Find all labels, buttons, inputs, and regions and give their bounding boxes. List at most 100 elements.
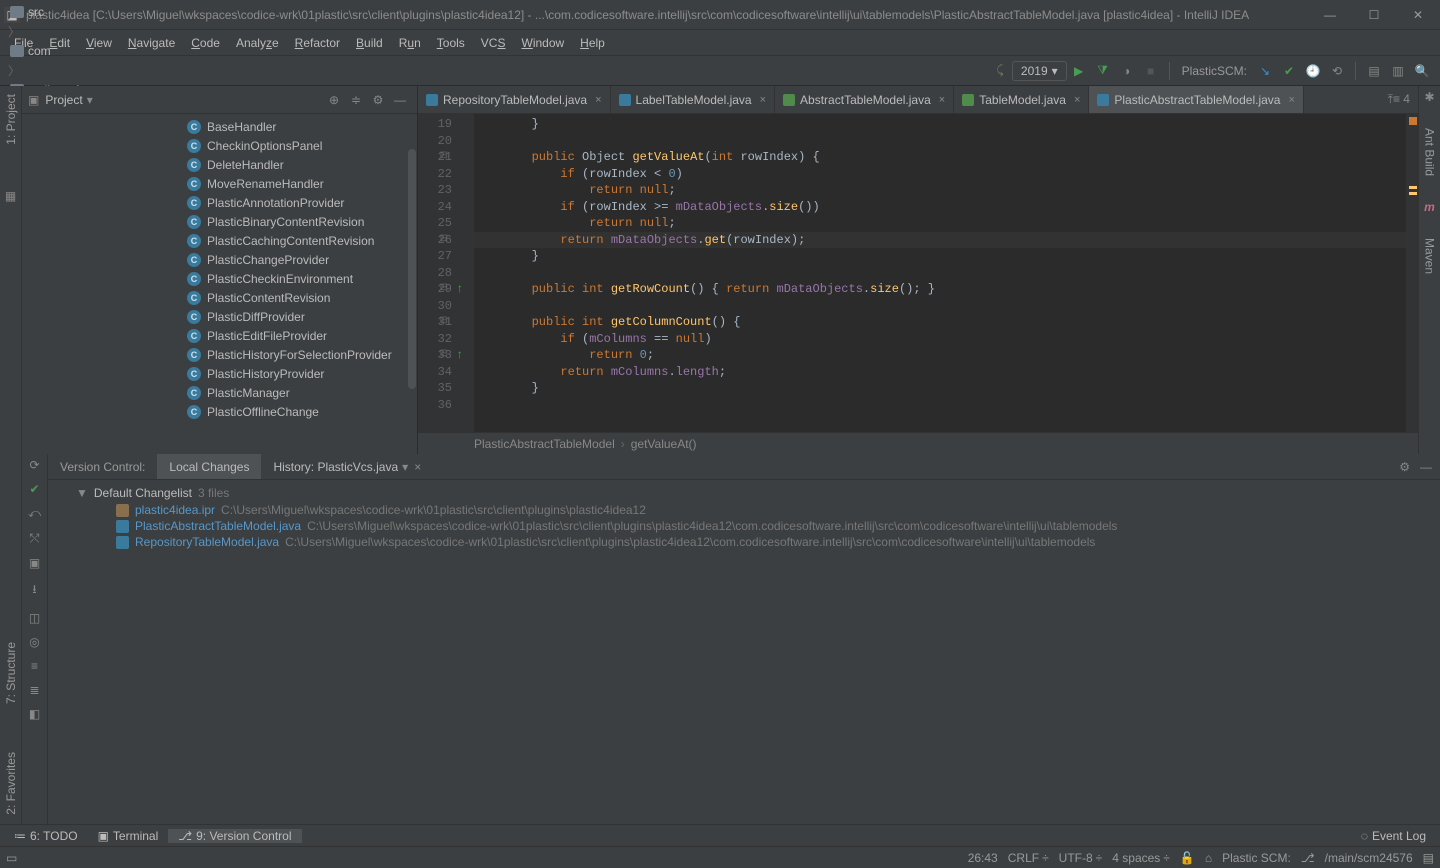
menu-help[interactable]: Help — [572, 36, 613, 50]
menu-run[interactable]: Run — [391, 36, 429, 50]
tree-item[interactable]: CBaseHandler — [22, 117, 417, 136]
menu-window[interactable]: Window — [513, 36, 572, 50]
menu-analyze[interactable]: Analyze — [228, 36, 287, 50]
debug-button[interactable]: ⧩ — [1091, 59, 1115, 83]
tool-tab-maven[interactable]: Maven — [1423, 234, 1437, 278]
changed-file-row[interactable]: RepositoryTableModel.javaC:\Users\Miguel… — [48, 534, 1440, 550]
tool-tab-todo[interactable]: ≔ 6: TODO — [4, 829, 88, 843]
status-scm-icon[interactable]: ⌂ — [1205, 851, 1212, 865]
ide-settings-icon[interactable]: ▤ — [1362, 59, 1386, 83]
editor-tab[interactable]: TableModel.java× — [954, 86, 1089, 113]
build-icon[interactable]: ⤹ — [988, 59, 1012, 83]
file-icon[interactable]: ▦ — [5, 189, 16, 203]
tree-item[interactable]: CPlasticCheckinEnvironment — [22, 269, 417, 288]
preview-icon[interactable]: ◧ — [29, 707, 40, 721]
override-icon[interactable]: ↑ — [456, 281, 463, 298]
close-tab-icon[interactable]: × — [1074, 94, 1080, 106]
tree-item[interactable]: CPlasticHistoryForSelectionProvider — [22, 345, 417, 364]
status-messages-icon[interactable]: ▭ — [6, 851, 17, 865]
tree-item[interactable]: CDeleteHandler — [22, 155, 417, 174]
changelist-icon[interactable]: ▣ — [29, 556, 40, 570]
expand-arrow-icon[interactable]: ▼ — [76, 486, 88, 500]
menu-build[interactable]: Build — [348, 36, 391, 50]
override-icon[interactable]: ↑ — [456, 347, 463, 364]
editor-gutter[interactable]: 192021⊟2223242526⊟272829⊟↑3031⊟3233⊟↑343… — [418, 114, 474, 432]
expand-icon[interactable]: ≡ — [31, 659, 38, 673]
tree-item[interactable]: CCheckinOptionsPanel — [22, 136, 417, 155]
rollback-icon[interactable]: ⤺ — [28, 506, 41, 521]
breadcrumb-item[interactable]: com — [6, 40, 171, 62]
shelve-icon[interactable]: ⭳ — [32, 580, 36, 601]
changed-file-row[interactable]: PlasticAbstractTableModel.javaC:\Users\M… — [48, 518, 1440, 534]
stop-button[interactable]: ■ — [1139, 59, 1163, 83]
status-caret-position[interactable]: 26:43 — [968, 851, 998, 865]
breadcrumb-item[interactable]: src — [6, 1, 171, 23]
collapse-icon[interactable]: ≑ — [345, 93, 367, 107]
hide-panel-icon[interactable]: — — [389, 93, 411, 107]
tree-item[interactable]: CPlasticAnnotationProvider — [22, 193, 417, 212]
ant-icon[interactable]: ✱ — [1424, 90, 1434, 104]
close-button[interactable]: ✕ — [1408, 8, 1428, 22]
update-icon[interactable]: ↘ — [1253, 59, 1277, 83]
close-tab-icon[interactable]: × — [760, 94, 766, 106]
tree-item[interactable]: CPlasticOfflineChange — [22, 402, 417, 421]
breadcrumb-class[interactable]: PlasticAbstractTableModel — [474, 437, 615, 451]
search-everywhere-icon[interactable]: 🔍 — [1410, 59, 1434, 83]
editor-marker-strip[interactable] — [1406, 114, 1418, 432]
menu-code[interactable]: Code — [183, 36, 228, 50]
commit-icon[interactable]: ✔ — [1277, 59, 1301, 83]
tool-tab-structure[interactable]: 7: Structure — [4, 638, 18, 708]
tree-item[interactable]: CPlasticDiffProvider — [22, 307, 417, 326]
changed-file-row[interactable]: plastic4idea.iprC:\Users\Miguel\wkspaces… — [48, 502, 1440, 518]
show-icon[interactable]: ◎ — [29, 635, 39, 649]
status-branch-icon[interactable]: ⎇ — [1301, 851, 1315, 865]
tree-item[interactable]: CPlasticHistoryProvider — [22, 364, 417, 383]
run-button[interactable]: ▶ — [1067, 59, 1091, 83]
close-tab-icon[interactable]: × — [414, 460, 421, 474]
menu-vcs[interactable]: VCS — [473, 36, 514, 50]
changelist-view[interactable]: ▼ Default Changelist 3 files plastic4ide… — [48, 480, 1440, 554]
tree-item[interactable]: CPlasticEditFileProvider — [22, 326, 417, 345]
editor-content[interactable]: } public Object getValueAt(int rowIndex)… — [474, 114, 1406, 432]
tool-tab-project[interactable]: 1: Project — [4, 90, 18, 149]
editor-tab[interactable]: AbstractTableModel.java× — [775, 86, 954, 113]
breadcrumb-method[interactable]: getValueAt() — [631, 437, 697, 451]
close-tab-icon[interactable]: × — [1288, 94, 1294, 106]
close-tab-icon[interactable]: × — [939, 94, 945, 106]
tree-item[interactable]: CPlasticContentRevision — [22, 288, 417, 307]
status-readonly-icon[interactable]: 🔓 — [1180, 851, 1195, 865]
commit-icon[interactable]: ✔ — [29, 482, 39, 496]
diff-icon[interactable]: ⤲ — [30, 531, 40, 546]
revert-icon[interactable]: ⟲ — [1325, 59, 1349, 83]
tool-tab-event-log[interactable]: ◌ Event Log — [1351, 829, 1436, 843]
tree-scrollbar[interactable] — [408, 149, 416, 389]
locate-icon[interactable]: ⊕ — [323, 93, 345, 107]
status-branch[interactable]: /main/scm24576 — [1325, 851, 1413, 865]
fold-icon[interactable]: ⊟ — [440, 347, 448, 364]
fold-icon[interactable]: ⊟ — [440, 314, 448, 331]
chevron-down-icon[interactable]: ▾ — [87, 93, 93, 107]
hide-panel-icon[interactable]: — — [1420, 460, 1432, 474]
close-tab-icon[interactable]: × — [595, 94, 601, 106]
tool-tab-terminal[interactable]: ▣ Terminal — [88, 829, 169, 843]
tree-item[interactable]: CMoveRenameHandler — [22, 174, 417, 193]
status-line-separator[interactable]: CRLF ÷ — [1008, 851, 1049, 865]
vc-tab-local-changes[interactable]: Local Changes — [157, 454, 261, 479]
fold-icon[interactable]: ⊟ — [440, 232, 448, 249]
project-structure-icon[interactable]: ▥ — [1386, 59, 1410, 83]
maven-icon[interactable]: m — [1424, 200, 1435, 214]
changelist-header[interactable]: ▼ Default Changelist 3 files — [48, 484, 1440, 502]
tab-overflow-icon[interactable]: ⤒≡ 4 — [1388, 92, 1410, 107]
collapse-icon[interactable]: ≣ — [29, 683, 39, 697]
group-icon[interactable]: ◫ — [29, 611, 40, 625]
status-indent[interactable]: 4 spaces ÷ — [1112, 851, 1170, 865]
fold-icon[interactable]: ⊟ — [440, 149, 448, 166]
fold-icon[interactable]: ⊟ — [440, 281, 448, 298]
tool-tab-version-control[interactable]: ⎇ 9: Version Control — [168, 829, 301, 843]
status-memory-icon[interactable]: ▤ — [1423, 851, 1434, 865]
minimize-button[interactable]: — — [1320, 8, 1340, 22]
tree-item[interactable]: CPlasticCachingContentRevision — [22, 231, 417, 250]
tree-item[interactable]: CPlasticChangeProvider — [22, 250, 417, 269]
tree-item[interactable]: CPlasticManager — [22, 383, 417, 402]
tree-item[interactable]: CPlasticBinaryContentRevision — [22, 212, 417, 231]
